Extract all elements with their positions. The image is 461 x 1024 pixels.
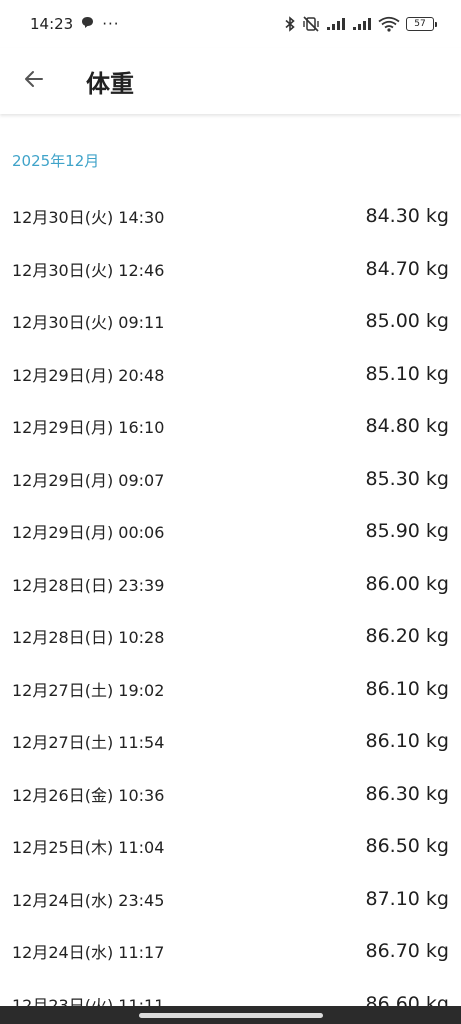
entry-datetime: 12月30日(火) 09:11 xyxy=(12,313,165,333)
entry-weight: 86.70 kg xyxy=(365,940,450,963)
entry-weight: 87.10 kg xyxy=(365,887,450,910)
arrow-back-icon xyxy=(22,67,46,95)
weight-entry-row[interactable]: 12月30日(火) 14:30 84.30 kg xyxy=(0,190,461,243)
weight-entry-row[interactable]: 12月25日(木) 11:04 86.50 kg xyxy=(0,820,461,873)
entry-weight: 86.50 kg xyxy=(365,835,450,858)
entry-weight: 86.10 kg xyxy=(365,677,450,700)
signal-icon xyxy=(326,17,346,31)
weight-entry-row[interactable]: 12月27日(土) 19:02 86.10 kg xyxy=(0,663,461,716)
home-indicator[interactable] xyxy=(138,1012,323,1018)
entry-datetime: 12月29日(月) 00:06 xyxy=(12,523,165,543)
entry-weight: 85.00 kg xyxy=(365,310,450,333)
weight-entry-list: 12月30日(火) 14:30 84.30 kg 12月30日(火) 12:46… xyxy=(0,190,461,1010)
entry-datetime: 12月30日(火) 12:46 xyxy=(12,260,165,280)
weight-entry-row[interactable]: 12月24日(水) 11:17 86.70 kg xyxy=(0,925,461,978)
vibrate-off-icon xyxy=(302,16,320,32)
entry-datetime: 12月24日(水) 23:45 xyxy=(12,890,165,910)
entry-weight: 86.30 kg xyxy=(365,782,450,805)
weight-entry-row[interactable]: 12月26日(金) 10:36 86.30 kg xyxy=(0,768,461,821)
weight-entry-row[interactable]: 12月29日(月) 20:48 85.10 kg xyxy=(0,348,461,401)
entry-datetime: 12月26日(金) 10:36 xyxy=(12,785,165,805)
entry-datetime: 12月24日(水) 11:17 xyxy=(12,943,165,963)
entry-datetime: 12月28日(日) 10:28 xyxy=(12,628,165,648)
entry-datetime: 12月29日(月) 09:07 xyxy=(12,470,165,490)
entry-datetime: 12月29日(月) 20:48 xyxy=(12,365,165,385)
signal-icon xyxy=(352,17,372,31)
weight-entry-row[interactable]: 12月24日(水) 23:45 87.10 kg xyxy=(0,873,461,926)
weight-entry-row[interactable]: 12月30日(火) 09:11 85.00 kg xyxy=(0,295,461,348)
system-navigation-bar xyxy=(0,1006,461,1024)
wifi-icon xyxy=(378,16,400,32)
weight-entry-row[interactable]: 12月27日(土) 11:54 86.10 kg xyxy=(0,715,461,768)
status-bar: 14:23 ··· 57 xyxy=(0,0,461,48)
bluetooth-icon xyxy=(284,16,296,32)
month-header: 2025年12月 xyxy=(12,152,100,170)
weight-entry-row[interactable]: 12月29日(月) 09:07 85.30 kg xyxy=(0,453,461,506)
status-left: 14:23 ··· xyxy=(30,15,284,33)
entry-datetime: 12月29日(月) 16:10 xyxy=(12,418,165,438)
entry-weight: 85.90 kg xyxy=(365,520,450,543)
entry-weight: 86.10 kg xyxy=(365,730,450,753)
entry-weight: 85.10 kg xyxy=(365,362,450,385)
weight-entry-row[interactable]: 12月28日(日) 10:28 86.20 kg xyxy=(0,610,461,663)
weight-entry-row[interactable]: 12月28日(日) 23:39 86.00 kg xyxy=(0,558,461,611)
page-title: 体重 xyxy=(86,69,134,98)
entry-datetime: 12月25日(木) 11:04 xyxy=(12,838,165,858)
weight-list-container[interactable]: 2025年12月 12月30日(火) 14:30 84.30 kg 12月30日… xyxy=(0,114,461,1010)
entry-weight: 84.80 kg xyxy=(365,415,450,438)
battery-level: 57 xyxy=(406,17,434,31)
entry-datetime: 12月30日(火) 14:30 xyxy=(12,208,165,228)
entry-weight: 85.30 kg xyxy=(365,467,450,490)
status-time: 14:23 xyxy=(30,15,74,33)
battery-icon: 57 xyxy=(406,17,437,31)
chat-bubble-icon xyxy=(81,15,94,33)
weight-entry-row[interactable]: 12月30日(火) 12:46 84.70 kg xyxy=(0,243,461,296)
battery-tip xyxy=(435,21,437,27)
weight-history-screen: 14:23 ··· 57 体重 2025年12月 12月30日(火) 14:30… xyxy=(0,0,461,1024)
entry-datetime: 12月28日(日) 23:39 xyxy=(12,575,165,595)
status-right: 57 xyxy=(284,16,437,32)
entry-weight: 84.30 kg xyxy=(365,205,450,228)
entry-weight: 86.20 kg xyxy=(365,625,450,648)
status-overflow: ··· xyxy=(102,15,120,33)
back-button[interactable] xyxy=(12,59,56,103)
app-bar: 体重 xyxy=(0,48,461,114)
entry-datetime: 12月27日(土) 11:54 xyxy=(12,733,165,753)
weight-entry-row[interactable]: 12月29日(月) 00:06 85.90 kg xyxy=(0,505,461,558)
entry-weight: 84.70 kg xyxy=(365,257,450,280)
entry-weight: 86.00 kg xyxy=(365,572,450,595)
weight-entry-row[interactable]: 12月29日(月) 16:10 84.80 kg xyxy=(0,400,461,453)
entry-datetime: 12月27日(土) 19:02 xyxy=(12,680,165,700)
